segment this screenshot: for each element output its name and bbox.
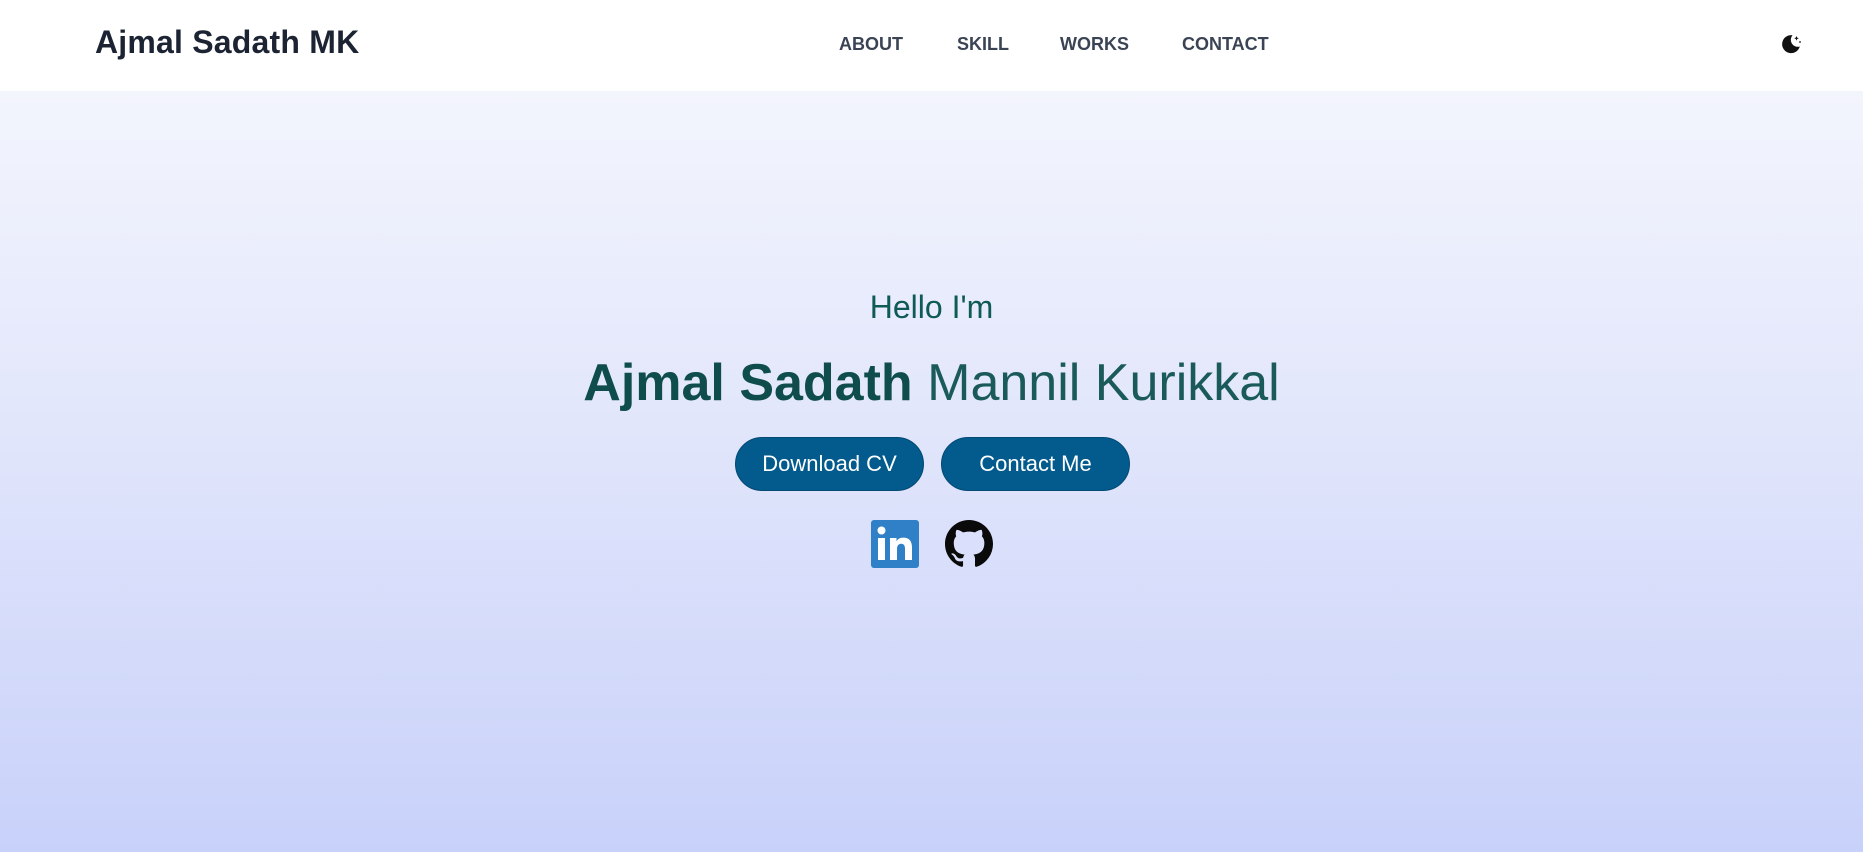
github-link[interactable] — [945, 520, 993, 568]
hero-greeting: Hello I'm — [869, 289, 994, 325]
nav-item-skill[interactable]: SKILL — [957, 34, 1009, 55]
page: Ajmal Sadath MK ABOUT SKILL WORKS CONTAC… — [0, 0, 1863, 852]
hero-section: Hello I'm Ajmal Sadath Mannil Kurikkal D… — [0, 91, 1863, 852]
hero-name-last: Mannil Kurikkal — [927, 354, 1280, 412]
nav-item-works[interactable]: WORKS — [1060, 34, 1129, 55]
hero-name-first: Ajmal Sadath — [583, 354, 913, 412]
nav-item-contact[interactable]: CONTACT — [1182, 34, 1269, 55]
hero-name: Ajmal Sadath Mannil Kurikkal — [0, 353, 1863, 413]
linkedin-link[interactable] — [871, 520, 919, 568]
linkedin-icon — [871, 520, 919, 568]
theme-toggle-button[interactable] — [1779, 32, 1803, 56]
moon-icon — [1782, 35, 1801, 54]
nav-item-about[interactable]: ABOUT — [839, 34, 903, 55]
navbar: Ajmal Sadath MK ABOUT SKILL WORKS CONTAC… — [0, 0, 1863, 91]
main-nav: ABOUT SKILL WORKS CONTACT — [0, 34, 1863, 58]
contact-me-button[interactable]: Contact Me — [941, 437, 1130, 491]
download-cv-button[interactable]: Download CV — [735, 437, 924, 491]
github-icon — [945, 520, 993, 567]
